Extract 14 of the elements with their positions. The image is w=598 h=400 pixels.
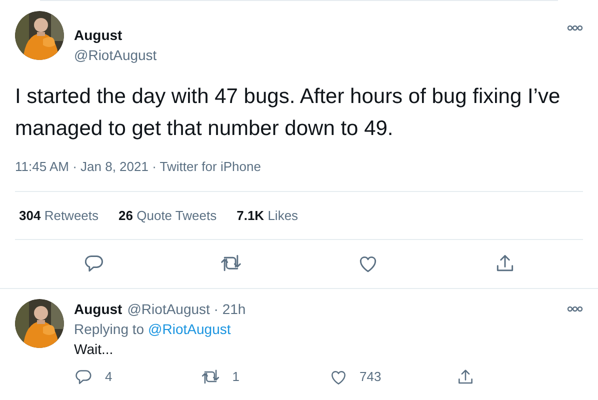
author-handle[interactable]: @RiotAugust bbox=[74, 45, 157, 65]
author-handle[interactable]: @RiotAugust · 21h bbox=[127, 299, 246, 319]
tweet-text: I started the day with 47 bugs. After hours of bug fixing I’ve managed to get that number down to 49. bbox=[15, 84, 562, 142]
action-count: 1 bbox=[232, 368, 240, 386]
stat-link[interactable]: 304 Retweets bbox=[19, 206, 99, 225]
action-count: 4 bbox=[105, 368, 112, 386]
stat-link[interactable]: 26 Quote Tweets bbox=[118, 206, 217, 225]
reply-text: Wait... bbox=[74, 340, 114, 359]
replying-to-label: Replying to bbox=[74, 320, 144, 339]
stat-link[interactable]: 7.1K Likes bbox=[236, 206, 298, 225]
action-count: 743 bbox=[360, 368, 382, 386]
tweet-timestamp[interactable]: 11:45 AM · Jan 8, 2021 · Twitter for iPhone bbox=[15, 157, 583, 176]
author-name[interactable]: August bbox=[74, 25, 157, 45]
author-name[interactable]: August bbox=[74, 299, 122, 319]
